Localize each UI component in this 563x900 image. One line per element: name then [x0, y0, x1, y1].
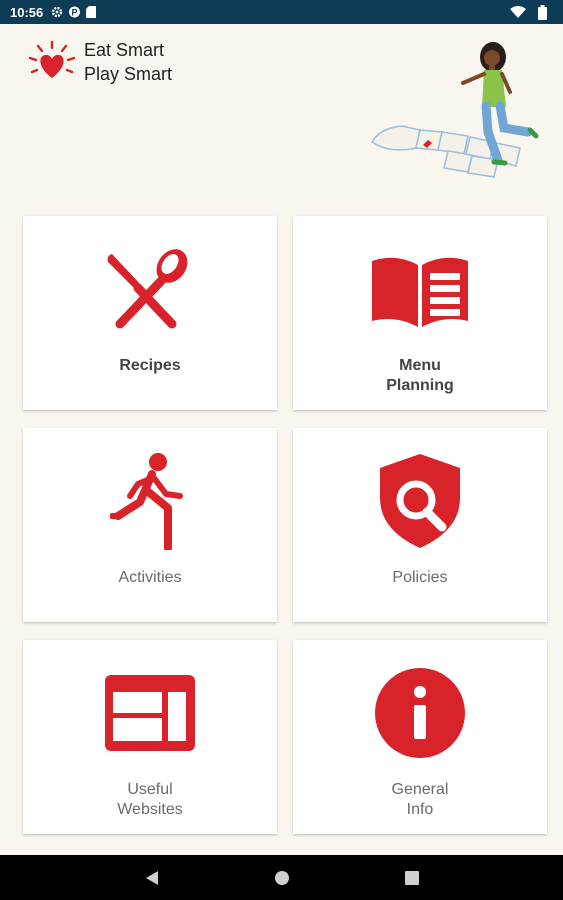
tile-label: Menu Planning: [386, 357, 454, 394]
app-header: Eat Smart Play Smart: [0, 24, 563, 214]
general-info-tile[interactable]: General Info: [293, 640, 547, 834]
system-nav-bar: [0, 855, 563, 900]
hopscotch-girl-illustration: [360, 32, 550, 197]
policies-tile[interactable]: Policies: [293, 428, 547, 622]
recipes-tile[interactable]: Recipes: [23, 216, 277, 410]
tile-label: General Info: [391, 781, 449, 818]
status-time: 10:56: [10, 4, 44, 20]
settings-icon: [51, 6, 63, 18]
web-layout-icon: [105, 668, 195, 758]
menu-planning-tile[interactable]: Menu Planning: [293, 216, 547, 410]
brand-line-2: Play Smart: [84, 64, 173, 84]
activities-tile[interactable]: Activities: [23, 428, 277, 622]
tile-label: Recipes: [119, 357, 181, 374]
useful-websites-tile[interactable]: Useful Websites: [23, 640, 277, 834]
open-book-icon: [368, 244, 472, 334]
back-icon[interactable]: [137, 863, 167, 893]
tile-label: Useful Websites: [117, 781, 183, 818]
info-icon: [374, 668, 466, 758]
tile-label: Policies: [392, 569, 448, 586]
tile-label: Activities: [118, 569, 182, 586]
svg-text:P: P: [72, 8, 78, 18]
fork-knife-spoon-icon: [102, 244, 198, 334]
app-title: Eat Smart Play Smart: [84, 38, 172, 86]
recents-icon[interactable]: [397, 863, 427, 893]
brand-line-1: Eat Smart: [84, 40, 165, 60]
home-icon[interactable]: [267, 863, 297, 893]
running-person-icon: [110, 453, 190, 550]
heart-sun-icon: [28, 40, 76, 89]
status-bar: 10:56 P: [0, 0, 563, 24]
shield-search-icon: [378, 454, 462, 548]
parking-icon: P: [69, 6, 81, 18]
wifi-icon: [510, 6, 526, 18]
sd-card-icon: [86, 6, 97, 18]
battery-icon: [538, 4, 547, 20]
